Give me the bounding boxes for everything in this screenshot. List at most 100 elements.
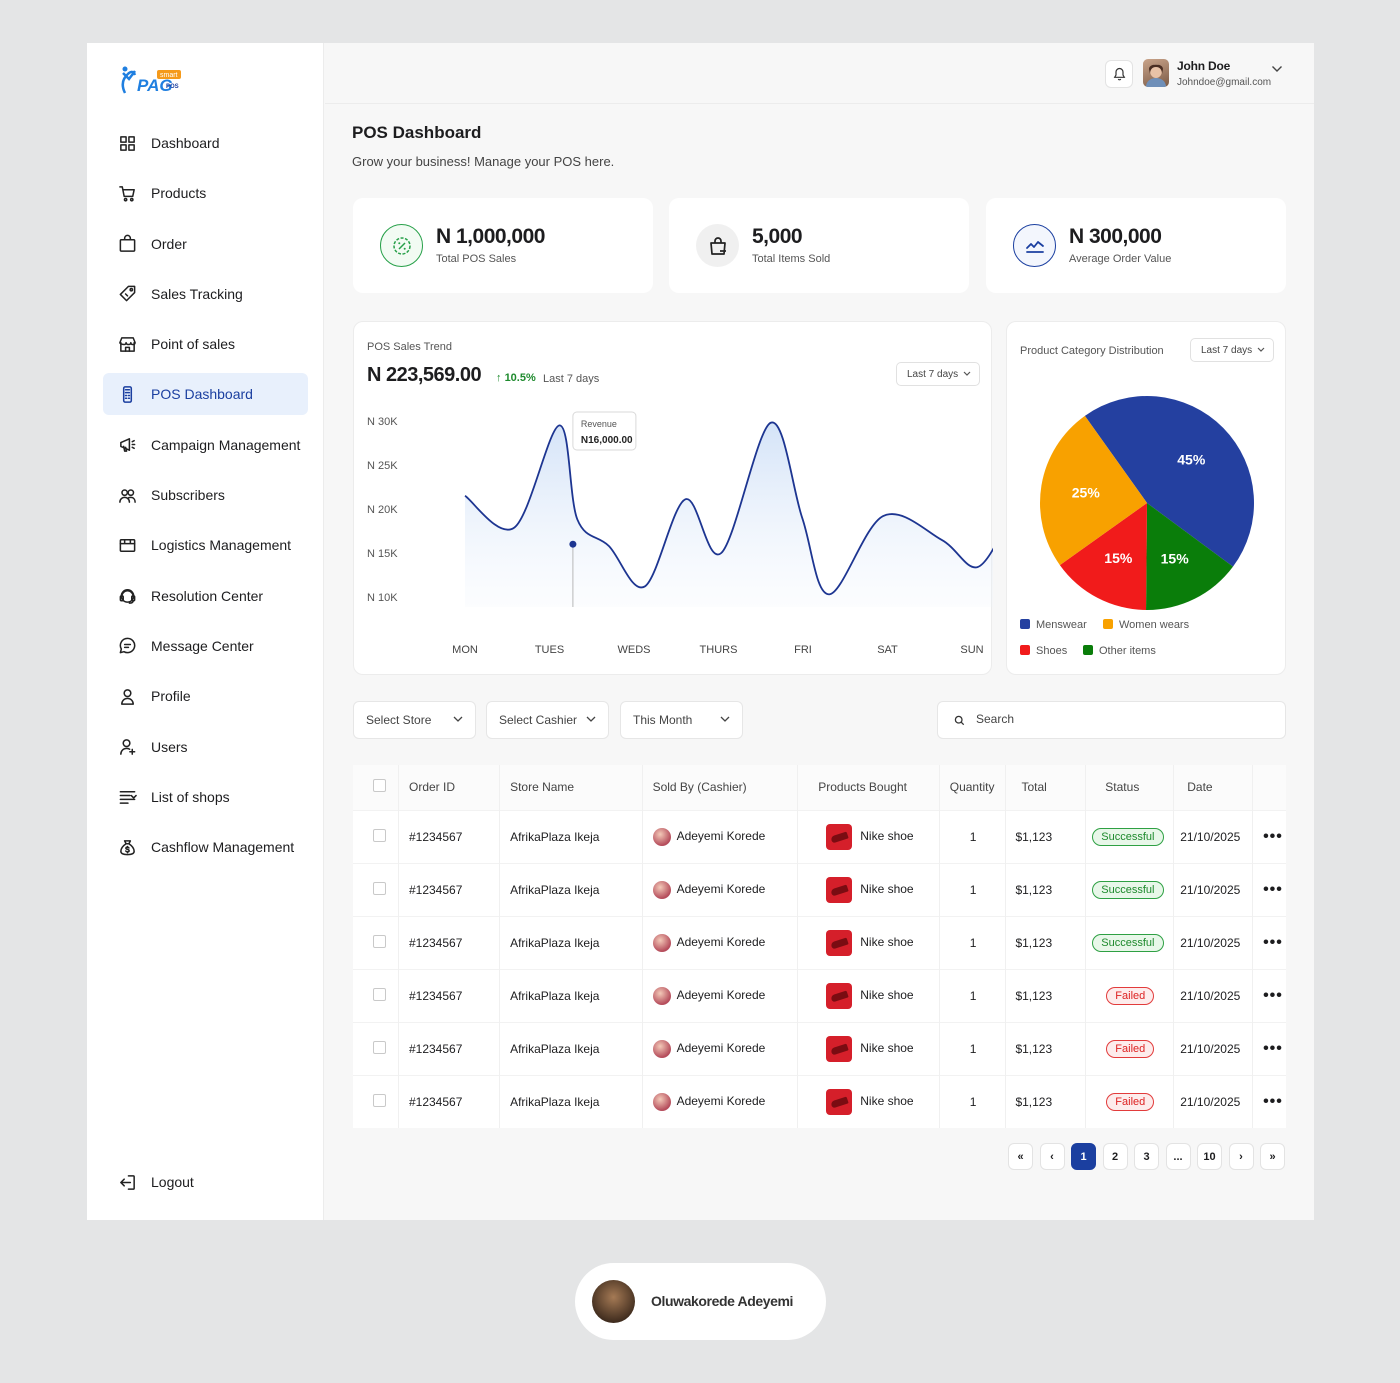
more-options-icon[interactable]: ••• bbox=[1263, 987, 1283, 1004]
sidebar-item-profile[interactable]: Profile bbox=[103, 675, 308, 717]
period-dropdown[interactable]: This Month bbox=[620, 701, 743, 739]
legend-label: Menswear bbox=[1036, 619, 1087, 631]
row-checkbox[interactable] bbox=[373, 828, 386, 842]
sidebar-item-label: Subscribers bbox=[151, 487, 225, 504]
legend-swatch bbox=[1103, 619, 1113, 629]
search-icon bbox=[954, 715, 965, 726]
store-name: AfrikaPlaza Ikeja bbox=[499, 915, 643, 969]
table-row[interactable]: #1234567 AfrikaPlaza Ikeja Adeyemi Korede N… bbox=[353, 968, 1286, 1022]
status-badge: Successful bbox=[1092, 827, 1164, 846]
col-quantity[interactable]: Quantity bbox=[939, 765, 1007, 810]
first-page-button[interactable]: « bbox=[1008, 1143, 1033, 1170]
page-button[interactable]: 2 bbox=[1102, 1143, 1128, 1170]
col-order-id[interactable]: Order ID bbox=[398, 765, 501, 810]
sidebar-item-order[interactable]: Order bbox=[103, 223, 308, 265]
pos-device-icon bbox=[117, 384, 137, 404]
more-options-icon[interactable]: ••• bbox=[1263, 1040, 1283, 1057]
col-total[interactable]: Total bbox=[1005, 765, 1087, 810]
prev-page-button[interactable]: ‹ bbox=[1039, 1143, 1065, 1170]
date: 21/10/2025 bbox=[1173, 1021, 1254, 1075]
table-row[interactable]: #1234567 AfrikaPlaza Ikeja Adeyemi Korede N… bbox=[353, 1074, 1286, 1128]
logout-label: Logout bbox=[151, 1174, 194, 1190]
row-actions: ••• bbox=[1252, 915, 1286, 969]
highlight-point[interactable] bbox=[569, 540, 577, 548]
sidebar-item-users[interactable]: Users bbox=[103, 726, 308, 768]
sidebar-item-subscribers[interactable]: Subscribers bbox=[103, 474, 308, 516]
more-options-icon[interactable]: ••• bbox=[1263, 934, 1283, 951]
table-row[interactable]: #1234567 AfrikaPlaza Ikeja Adeyemi Korede N… bbox=[353, 862, 1286, 916]
select-cashier-dropdown[interactable]: Select Cashier bbox=[486, 701, 609, 739]
row-select-cell bbox=[353, 968, 399, 1022]
row-checkbox[interactable] bbox=[373, 1093, 386, 1107]
more-options-icon[interactable]: ••• bbox=[1263, 881, 1283, 898]
sidebar-item-campaign-management[interactable]: Campaign Management bbox=[103, 424, 308, 466]
stat-value: N 300,000 bbox=[1069, 225, 1162, 248]
truck-box-icon bbox=[117, 535, 137, 555]
cashier-cell: Adeyemi Korede bbox=[642, 862, 799, 916]
row-checkbox[interactable] bbox=[373, 1040, 386, 1054]
sidebar-item-dashboard[interactable]: Dashboard bbox=[103, 122, 308, 164]
notifications-button[interactable] bbox=[1105, 60, 1133, 88]
cashier-name: Adeyemi Korede bbox=[676, 1040, 766, 1055]
pag-logo[interactable]: PAG smart POS bbox=[115, 63, 185, 103]
page-button[interactable]: 1 bbox=[1071, 1143, 1096, 1170]
product-cell: Nike shoe bbox=[797, 1021, 940, 1075]
sidebar-item-pos-dashboard[interactable]: POS Dashboard bbox=[103, 373, 308, 416]
row-checkbox[interactable] bbox=[373, 934, 386, 948]
col-date[interactable]: Date bbox=[1173, 765, 1254, 810]
shoe-thumbnail bbox=[826, 929, 853, 956]
order-id: #1234567 bbox=[398, 809, 501, 863]
pie-slice-label: 45% bbox=[1177, 452, 1206, 468]
user-icon bbox=[117, 686, 137, 706]
table-row[interactable]: #1234567 AfrikaPlaza Ikeja Adeyemi Korede N… bbox=[353, 915, 1286, 969]
col-sold-by[interactable]: Sold By (Cashier) bbox=[642, 765, 799, 810]
row-checkbox[interactable] bbox=[373, 987, 386, 1001]
table-row[interactable]: #1234567 AfrikaPlaza Ikeja Adeyemi Korede N… bbox=[353, 1021, 1286, 1075]
sidebar-item-resolution-center[interactable]: Resolution Center bbox=[103, 575, 308, 617]
col-store-name[interactable]: Store Name bbox=[499, 765, 643, 810]
chat-icon bbox=[117, 636, 137, 656]
shoe-thumbnail bbox=[826, 876, 853, 903]
select-store-dropdown[interactable]: Select Store bbox=[353, 701, 476, 739]
select-all-checkbox[interactable] bbox=[373, 779, 386, 793]
col-products-bought[interactable]: Products Bought bbox=[797, 765, 940, 810]
shoe-thumbnail bbox=[826, 1035, 853, 1062]
revenue-tooltip: Revenue N16,000.00 bbox=[572, 411, 637, 451]
page-button[interactable]: 3 bbox=[1134, 1143, 1159, 1170]
product-name: Nike shoe bbox=[860, 1040, 914, 1055]
table-row[interactable]: #1234567 AfrikaPlaza Ikeja Adeyemi Korede N… bbox=[353, 809, 1286, 863]
sidebar-item-point-of-sales[interactable]: Point of sales bbox=[103, 323, 308, 365]
sidebar-item-products[interactable]: Products bbox=[103, 172, 308, 214]
x-tick-label: TUES bbox=[535, 644, 564, 656]
product-name: Nike shoe bbox=[860, 881, 914, 896]
sidebar-item-sales-tracking[interactable]: Sales Tracking bbox=[103, 273, 308, 315]
sidebar-item-message-center[interactable]: Message Center bbox=[103, 625, 308, 667]
product-cell: Nike shoe bbox=[797, 862, 940, 916]
orders-table: Order ID Store Name Sold By (Cashier) Pr… bbox=[353, 765, 1286, 1128]
status-cell: Failed bbox=[1085, 1074, 1175, 1128]
sidebar-item-cashflow-management[interactable]: Cashflow Management bbox=[103, 826, 308, 868]
grid-icon bbox=[117, 133, 137, 153]
cashier-avatar bbox=[652, 880, 671, 899]
page-ellipsis: ... bbox=[1165, 1143, 1191, 1170]
next-page-button[interactable]: › bbox=[1228, 1143, 1254, 1170]
last-page-button[interactable]: » bbox=[1260, 1143, 1285, 1170]
user-avatar[interactable] bbox=[1143, 59, 1169, 87]
sidebar: PAG smart POS Dashboard Products Order S bbox=[87, 43, 324, 1220]
col-status[interactable]: Status bbox=[1085, 765, 1175, 810]
more-options-icon[interactable]: ••• bbox=[1263, 1093, 1283, 1110]
author-badge: Oluwakorede Adeyemi bbox=[575, 1263, 826, 1340]
sidebar-item-logistics-management[interactable]: Logistics Management bbox=[103, 524, 308, 566]
order-id: #1234567 bbox=[398, 1021, 501, 1075]
page-button[interactable]: 10 bbox=[1197, 1143, 1222, 1170]
row-select-cell bbox=[353, 1021, 399, 1075]
more-options-icon[interactable]: ••• bbox=[1263, 828, 1283, 845]
app-window: PAG smart POS Dashboard Products Order S bbox=[87, 43, 1314, 1220]
total: $1,123 bbox=[1005, 968, 1087, 1022]
row-checkbox[interactable] bbox=[373, 881, 386, 895]
logout-button[interactable]: Logout bbox=[103, 1161, 308, 1203]
sidebar-item-label: Users bbox=[151, 738, 188, 755]
search-input[interactable] bbox=[976, 712, 1266, 726]
chevron-down-icon[interactable] bbox=[1271, 65, 1283, 73]
sidebar-item-list-of-shops[interactable]: List of shops bbox=[103, 776, 308, 818]
